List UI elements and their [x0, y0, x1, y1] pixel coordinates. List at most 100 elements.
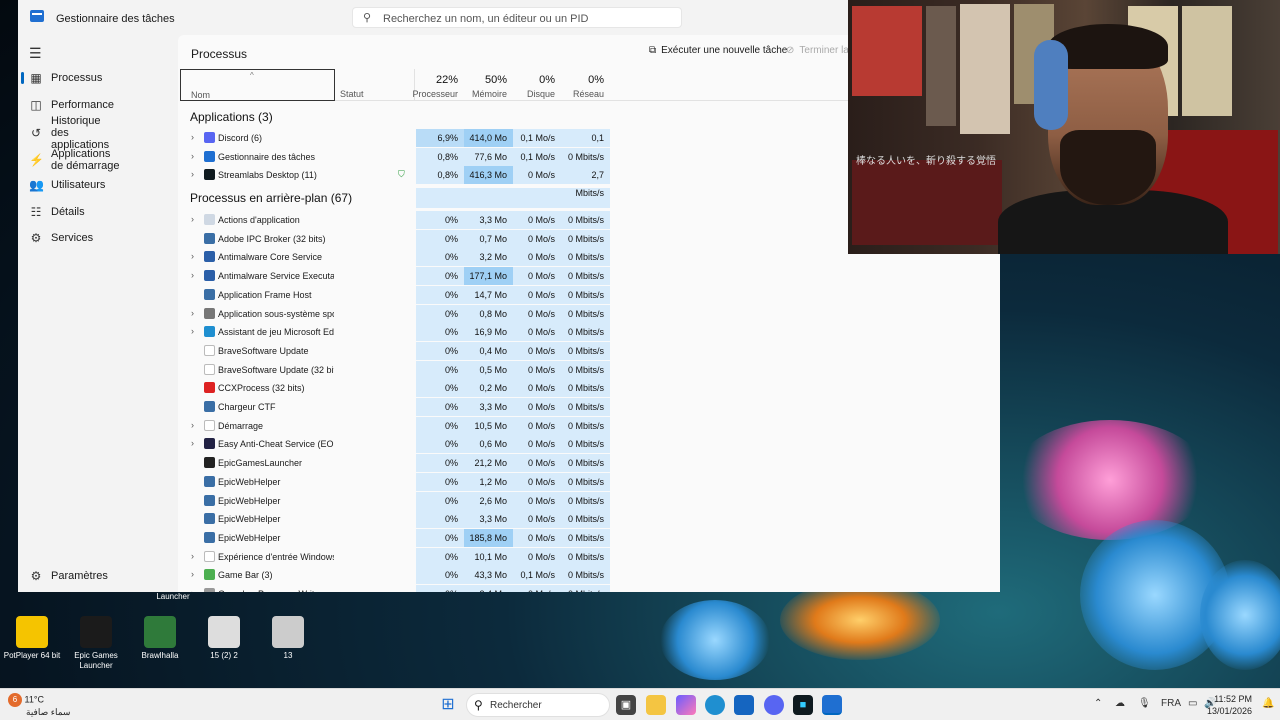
streamlabs-icon[interactable]: ■	[793, 695, 813, 715]
desktop-icon[interactable]: 13	[253, 616, 323, 661]
chevron-right-icon[interactable]: ›	[191, 438, 194, 448]
process-name: EpicWebHelper	[218, 514, 281, 525]
column-header-network[interactable]: 0% Réseau	[561, 69, 610, 101]
network-cell: 0 Mbits/s	[561, 229, 610, 248]
process-row[interactable]: › Application sous-système spo... 0% 0,8 Mo…	[180, 304, 1000, 323]
desktop-icon[interactable]: PotPlayer 64 bit	[0, 616, 67, 661]
task-view-icon[interactable]: ▣	[616, 695, 636, 715]
sidebar-item-startup-apps[interactable]: ⚡ Applications de démarrage	[24, 147, 174, 173]
desktop-icon[interactable]: Brawlhalla	[125, 616, 195, 661]
sidebar-item-users[interactable]: 👥 Utilisateurs	[24, 174, 174, 196]
sidebar-item-label: Applications de démarrage	[51, 148, 120, 172]
sidebar-item-details[interactable]: ☷ Détails	[24, 201, 174, 223]
sidebar-item-services[interactable]: ⚙ Services	[24, 227, 174, 249]
process-row[interactable]: › Assistant de jeu Microsoft Edge 0% 16,9 M…	[180, 323, 1000, 342]
file-explorer-icon[interactable]	[646, 695, 666, 715]
process-row[interactable]: Application Frame Host 0% 14,7 Mo 0 Mo/s 0 M…	[180, 285, 1000, 304]
task-manager-taskbar-icon[interactable]	[822, 695, 842, 715]
column-header-memory[interactable]: 50% Mémoire	[464, 69, 513, 101]
process-row[interactable]: › Expérience d'entrée Windows 0% 10,1 Mo 0 M…	[180, 547, 1000, 566]
sidebar: ☰ ▦ Processus ◫ Performance ↺ Historique…	[18, 35, 178, 592]
sidebar-item-app-history[interactable]: ↺ Historique des applications	[24, 115, 174, 151]
process-row[interactable]: Chargeur CTF 0% 3,3 Mo 0 Mo/s 0 Mbits/s	[180, 398, 1000, 416]
process-row[interactable]: EpicWebHelper 0% 185,8 Mo 0 Mo/s 0 Mbits/s	[180, 528, 1000, 547]
sidebar-item-performance[interactable]: ◫ Performance	[24, 94, 174, 116]
tray-app-icon[interactable]: ☁	[1115, 698, 1125, 709]
process-row[interactable]: EpicWebHelper 0% 1,2 Mo 0 Mo/s 0 Mbits/s	[180, 472, 1000, 491]
memory-cell: 0,8 Mo	[464, 304, 513, 323]
notifications-icon[interactable]: 🔔	[1262, 698, 1274, 709]
process-name: EpicWebHelper	[218, 532, 281, 543]
gear-icon: ⚙	[30, 569, 42, 583]
column-label: Nom	[191, 90, 211, 100]
sidebar-item-settings[interactable]: ⚙ Paramètres	[24, 565, 174, 587]
chevron-right-icon[interactable]: ›	[191, 251, 194, 261]
network-cell: 0 Mbits/s	[561, 435, 610, 454]
process-row[interactable]: CCXProcess (32 bits) 0% 0,2 Mo 0 Mo/s 0 Mbit…	[180, 379, 1000, 398]
chevron-right-icon[interactable]: ›	[191, 326, 194, 336]
disk-cell: 0 Mo/s	[513, 547, 561, 566]
process-row[interactable]: EpicWebHelper 0% 2,6 Mo 0 Mo/s 0 Mbits/s	[180, 491, 1000, 510]
copilot-icon[interactable]	[676, 695, 696, 715]
tray-overflow-icon[interactable]: ⌃	[1094, 698, 1102, 709]
chevron-right-icon[interactable]: ›	[191, 420, 194, 430]
process-row[interactable]: EpicWebHelper 0% 3,3 Mo 0 Mo/s 0 Mbits/s	[180, 510, 1000, 529]
menu-icon[interactable]: ☰	[29, 45, 42, 62]
chevron-right-icon[interactable]: ›	[191, 132, 194, 142]
process-icon	[204, 344, 215, 356]
language-indicator[interactable]: FRA	[1161, 698, 1181, 709]
memory-cell: 21,2 Mo	[464, 454, 513, 473]
process-row[interactable]: BraveSoftware Update (32 bits) 0% 0,5 Mo 0 …	[180, 360, 1000, 379]
chevron-right-icon[interactable]: ›	[191, 551, 194, 561]
run-new-task-button[interactable]: ⧉ Exécuter une nouvelle tâche	[649, 45, 787, 56]
network-cell: 0 Mbits/s	[561, 510, 610, 529]
apps-group-header[interactable]: Applications (3)	[190, 110, 273, 124]
weather-widget[interactable]: 6 11°C سماء صافية	[8, 693, 70, 718]
process-row[interactable]: ›Gamebar Presence Writer0%3,4 Mo0 Mo/s0 …	[180, 585, 1000, 592]
taskbar-search[interactable]: ⚲ Rechercher	[466, 693, 610, 717]
chevron-right-icon[interactable]: ›	[191, 270, 194, 280]
store-icon[interactable]	[734, 695, 754, 715]
chevron-right-icon[interactable]: ›	[191, 308, 194, 318]
microphone-icon[interactable]: 🎙	[1138, 698, 1151, 709]
disk-cell: 0 Mo/s	[513, 211, 561, 229]
search-input[interactable]: ⚲ Recherchez un nom, un éditeur ou un PI…	[352, 7, 682, 28]
chevron-right-icon[interactable]: ›	[191, 169, 194, 179]
desktop-icon[interactable]: Epic Games Launcher	[61, 616, 131, 671]
column-header-name[interactable]: ^ Nom	[180, 69, 335, 101]
desktop-icon[interactable]: 15 (2) 2	[189, 616, 259, 661]
disk-cell: 0 Mo/s	[513, 267, 561, 286]
weather-desc: سماء صافية	[26, 707, 71, 717]
chevron-right-icon[interactable]: ›	[191, 569, 194, 579]
sidebar-item-label: Performance	[51, 99, 114, 111]
taskbar-search-label: Rechercher	[490, 700, 542, 711]
discord-icon[interactable]	[764, 695, 784, 715]
process-row[interactable]: EpicGamesLauncher 0% 21,2 Mo 0 Mo/s 0 Mbits/…	[180, 454, 1000, 473]
memory-cell: 414,0 Mo	[464, 129, 513, 147]
wall-poster	[852, 6, 922, 96]
process-name: Chargeur CTF	[218, 402, 276, 412]
edge-icon[interactable]	[705, 695, 725, 715]
process-row[interactable]: › Démarrage 0% 10,5 Mo 0 Mo/s 0 Mbits/s	[180, 416, 1000, 435]
end-task-button[interactable]: ⊘ Terminer la	[786, 45, 849, 56]
page-title: Processus	[191, 47, 248, 61]
network-icon[interactable]: ▭	[1188, 698, 1197, 709]
background-group-header[interactable]: Processus en arrière-plan (67)	[190, 191, 352, 205]
column-header-status[interactable]: Statut	[335, 69, 415, 101]
process-row[interactable]: BraveSoftware Update 0% 0,4 Mo 0 Mo/s 0 Mbit…	[180, 341, 1000, 360]
clock[interactable]: 11:52 PM 13/01/2026	[1207, 693, 1252, 717]
column-header-cpu[interactable]: 22% Processeur	[412, 69, 464, 101]
process-row[interactable]: › Antimalware Service Executable 0%177,1 M…	[180, 267, 1000, 286]
process-name: Adobe IPC Broker (32 bits)	[218, 233, 326, 244]
process-row[interactable]: › Game Bar (3) 0% 43,3 Mo 0,1 Mo/s 0 Mbits/s	[180, 566, 1000, 585]
chevron-right-icon[interactable]: ›	[191, 151, 194, 161]
process-name: Actions d'application	[218, 215, 300, 225]
cpu-cell: 0%	[416, 454, 464, 473]
search-icon: ⚲	[474, 698, 483, 712]
column-header-disk[interactable]: 0% Disque	[513, 69, 561, 101]
start-icon[interactable]: ⊞	[438, 695, 458, 715]
process-row[interactable]: › Easy Anti-Cheat Service (EOS) ... 0%0,6 …	[180, 435, 1000, 454]
chevron-right-icon[interactable]: ›	[191, 214, 194, 224]
sidebar-item-processes[interactable]: ▦ Processus	[21, 67, 174, 89]
disk-cell: 0 Mo/s	[513, 304, 561, 323]
